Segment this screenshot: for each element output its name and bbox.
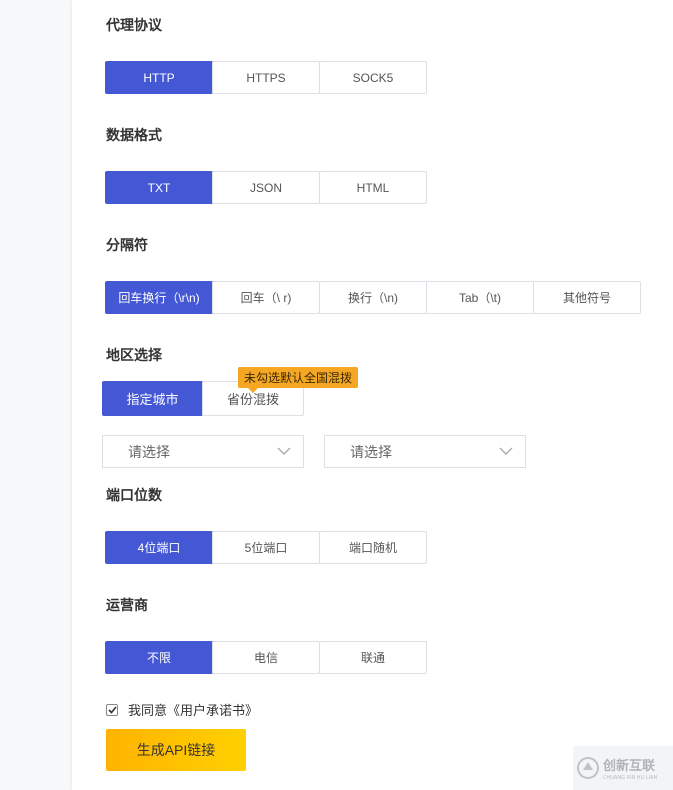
- agreement-checkbox[interactable]: [106, 703, 118, 716]
- carrier-option-telecom[interactable]: 电信: [212, 641, 320, 674]
- format-option-json[interactable]: JSON: [212, 171, 320, 204]
- proxy-protocol-title: 代理协议: [106, 17, 162, 33]
- region-title: 地区选择: [106, 347, 162, 363]
- separator-option-other[interactable]: 其他符号: [533, 281, 641, 314]
- separator-option-crlf[interactable]: 回车换行（\r\n): [105, 281, 213, 314]
- data-format-group: TXT JSON HTML: [105, 171, 427, 204]
- port-option-5[interactable]: 5位端口: [212, 531, 320, 564]
- protocol-option-https[interactable]: HTTPS: [212, 61, 320, 94]
- chevron-down-icon: [277, 447, 291, 455]
- region-tooltip: 未勾选默认全国混拨: [238, 367, 359, 393]
- region-option-city[interactable]: 指定城市: [102, 381, 203, 416]
- separator-option-cr[interactable]: 回车（\ r): [212, 281, 320, 314]
- city-select-placeholder: 请选择: [350, 443, 392, 460]
- generate-api-link-button[interactable]: 生成API链接: [106, 729, 246, 771]
- agreement-link[interactable]: 《用户承诺书》: [167, 700, 258, 719]
- protocol-option-http[interactable]: HTTP: [105, 61, 213, 94]
- data-format-title: 数据格式: [106, 127, 162, 143]
- carrier-option-unicom[interactable]: 联通: [319, 641, 427, 674]
- chevron-down-icon: [499, 447, 513, 455]
- province-select-placeholder: 请选择: [128, 443, 170, 460]
- separator-option-lf[interactable]: 换行（\n): [319, 281, 427, 314]
- port-count-title: 端口位数: [106, 487, 162, 503]
- separator-group: 回车换行（\r\n) 回车（\ r) 换行（\n) Tab（\t) 其他符号: [105, 281, 641, 314]
- province-select[interactable]: 请选择: [102, 435, 304, 468]
- carrier-group: 不限 电信 联通: [105, 641, 427, 674]
- port-option-4[interactable]: 4位端口: [105, 531, 213, 564]
- protocol-option-sock5[interactable]: SOCK5: [319, 61, 427, 94]
- format-option-html[interactable]: HTML: [319, 171, 427, 204]
- port-option-random[interactable]: 端口随机: [319, 531, 427, 564]
- svg-text:创新互联: 创新互联: [602, 758, 655, 774]
- separator-title: 分隔符: [106, 237, 148, 253]
- proxy-protocol-group: HTTP HTTPS SOCK5: [105, 61, 427, 94]
- carrier-option-unlimited[interactable]: 不限: [105, 641, 213, 674]
- svg-text:CHUANG XIN HU LIAN: CHUANG XIN HU LIAN: [603, 775, 657, 781]
- check-icon: [107, 705, 117, 714]
- port-count-group: 4位端口 5位端口 端口随机: [105, 531, 427, 564]
- brand-logo-icon: 创新互联 CHUANG XIN HU LIAN: [577, 757, 657, 781]
- agreement-row: 我同意 《用户承诺书》: [106, 700, 258, 719]
- carrier-title: 运营商: [106, 597, 148, 613]
- format-option-txt[interactable]: TXT: [105, 171, 213, 204]
- agreement-text: 我同意: [128, 703, 168, 718]
- watermark-logo: 创新互联 CHUANG XIN HU LIAN: [573, 746, 673, 790]
- separator-option-tab[interactable]: Tab（\t): [426, 281, 534, 314]
- city-select[interactable]: 请选择: [324, 435, 526, 468]
